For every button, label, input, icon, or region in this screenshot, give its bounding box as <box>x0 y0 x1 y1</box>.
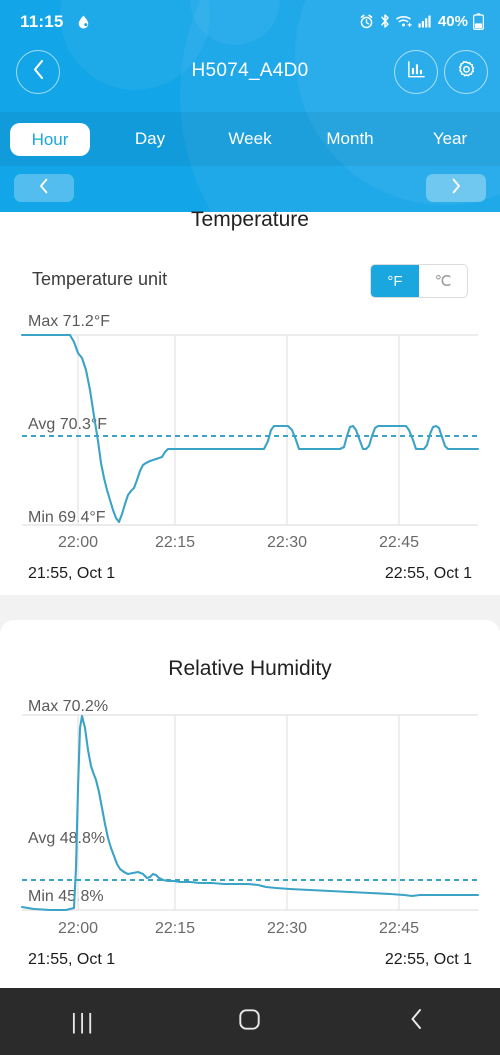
chevron-right-icon <box>451 178 461 199</box>
tab-hour[interactable]: Hour <box>0 116 100 163</box>
recents-button[interactable]: ||| <box>38 997 128 1047</box>
next-period-button[interactable] <box>426 174 486 202</box>
period-tab-bar: Hour Day Week Month Year <box>0 112 500 166</box>
previous-period-button[interactable] <box>14 174 74 202</box>
humidity-xtick-1: 22:15 <box>154 920 196 937</box>
back-icon <box>409 1008 424 1035</box>
period-pager <box>0 170 500 212</box>
home-button[interactable] <box>205 997 295 1047</box>
temperature-plot[interactable] <box>0 308 500 548</box>
top-blue-region: 11:15 40% H5074_A4D0 Hour Day Week Month… <box>0 0 500 212</box>
recents-icon: ||| <box>71 1008 96 1034</box>
temperature-unit-toggle[interactable]: °F ℃ <box>370 264 468 298</box>
settings-button[interactable] <box>444 50 488 94</box>
temperature-unit-row: Temperature unit °F ℃ <box>0 264 500 300</box>
app-header: H5074_A4D0 <box>0 46 500 104</box>
humidity-line-chart <box>20 714 480 912</box>
unit-option-fahrenheit[interactable]: °F <box>371 265 419 297</box>
humidity-xtick-3: 22:45 <box>378 920 420 937</box>
temperature-range-row: 21:55, Oct 1 22:55, Oct 1 <box>0 565 500 587</box>
battery-icon <box>473 12 484 30</box>
alarm-icon <box>359 14 374 29</box>
temperature-range-start: 21:55, Oct 1 <box>28 565 116 582</box>
tab-day[interactable]: Day <box>100 122 200 156</box>
tab-hour-label: Hour <box>9 122 91 156</box>
tab-week[interactable]: Week <box>200 122 300 156</box>
tab-year[interactable]: Year <box>400 122 500 156</box>
tab-month[interactable]: Month <box>300 122 400 156</box>
temperature-title: Temperature <box>191 208 309 231</box>
status-bar-icons: 40% <box>359 12 484 30</box>
temperature-xtick-3: 22:45 <box>378 534 420 551</box>
system-navigation-bar: ||| <box>0 988 500 1055</box>
chevron-left-icon <box>39 178 49 199</box>
humidity-range-end: 22:55, Oct 1 <box>384 951 472 968</box>
bluetooth-icon <box>379 13 391 29</box>
phone-screen: 11:15 40% H5074_A4D0 Hour Day Week Month… <box>0 0 500 1055</box>
humidity-xtick-0: 22:00 <box>57 920 99 937</box>
statistics-button[interactable] <box>394 50 438 94</box>
unit-option-celsius[interactable]: ℃ <box>419 265 467 297</box>
humidity-card: Relative Humidity Max 70.2% Avg 48.8% Mi… <box>0 620 500 988</box>
water-drop-icon <box>77 15 90 29</box>
temperature-unit-label: Temperature unit <box>32 269 168 289</box>
humidity-title: Relative Humidity <box>168 657 332 680</box>
status-bar-clock: 11:15 <box>20 12 64 31</box>
temperature-line-chart <box>20 333 480 526</box>
humidity-plot[interactable] <box>0 688 500 956</box>
temperature-xtick-1: 22:15 <box>154 534 196 551</box>
temperature-x-axis: 22:00 22:15 22:30 22:45 <box>0 534 500 556</box>
temperature-card: Temperature Temperature unit °F ℃ Max 71… <box>0 208 500 595</box>
battery-percent-label: 40% <box>437 12 468 30</box>
humidity-range-start: 21:55, Oct 1 <box>28 951 116 968</box>
temperature-range-end: 22:55, Oct 1 <box>384 565 472 582</box>
humidity-x-axis: 22:00 22:15 22:30 22:45 <box>0 920 500 942</box>
status-bar: 11:15 40% <box>0 0 500 42</box>
home-icon <box>238 1008 261 1036</box>
humidity-xtick-2: 22:30 <box>266 920 308 937</box>
gear-icon <box>456 59 477 85</box>
bar-chart-icon <box>406 59 427 85</box>
nav-back-button[interactable] <box>372 997 462 1047</box>
temperature-xtick-2: 22:30 <box>266 534 308 551</box>
wifi-icon <box>396 14 413 28</box>
humidity-range-row: 21:55, Oct 1 22:55, Oct 1 <box>0 951 500 973</box>
cellular-signal-icon <box>418 14 432 28</box>
temperature-xtick-0: 22:00 <box>57 534 99 551</box>
